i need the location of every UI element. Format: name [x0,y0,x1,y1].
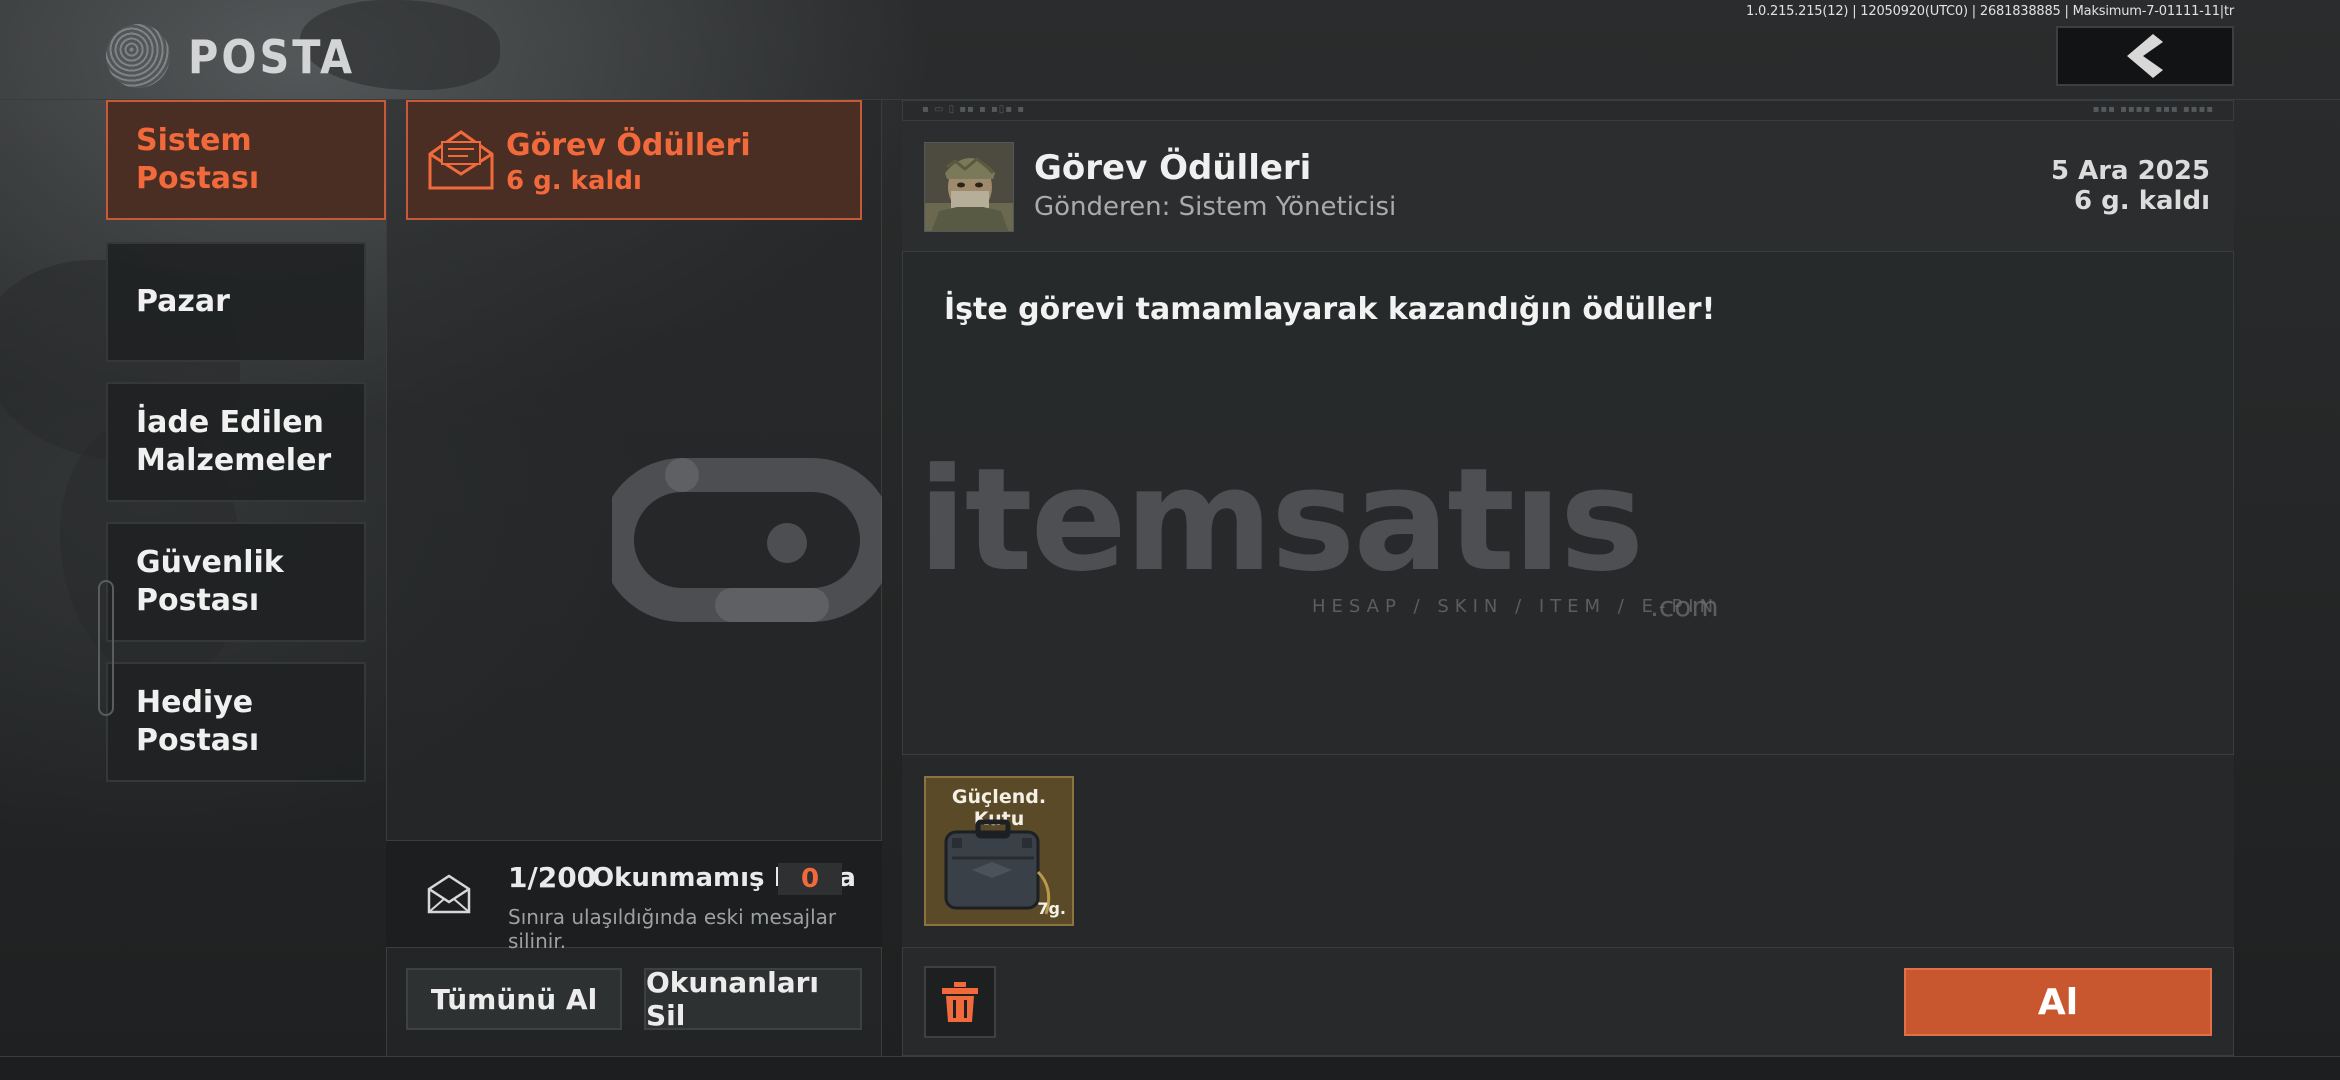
decorative-ticker: ▪▪▪ ▪▪▪▪ ▪▪▪ ▪▪▪▪ [2092,104,2214,115]
mail-list-item[interactable]: Görev Ödülleri 6 g. kaldı [406,100,862,220]
mail-sender: Gönderen: Sistem Yöneticisi [1034,192,1397,222]
mail-body: İşte görevi tamamlayarak kazandığın ödül… [944,292,1716,327]
trash-icon [942,982,978,1022]
mail-item-remaining: 6 g. kaldı [506,166,642,196]
page-title: POSTA [188,30,355,84]
mail-item-title: Görev Ödülleri [506,128,751,163]
decorative-ticker: ▪ ▭ ▯ ▪▪ ▪ ▪▯▪ ▪ [922,104,1025,115]
mail-limit-note: Sınıra ulaşıldığında eski mesajlar silin… [508,905,837,953]
mail-remaining: 6 g. kaldı [2074,186,2210,216]
mail-title: Görev Ödülleri [1034,148,1312,188]
sidebar-item-returned-items[interactable]: İade Edilen Malzemeler [106,382,366,502]
sidebar-item-gift-mail[interactable]: Hediye Postası [106,662,366,782]
sidebar-item-label: Hediye Postası [136,685,260,758]
delete-read-button[interactable]: Okunanları Sil [644,966,862,1032]
sender-avatar [924,142,1014,232]
mail-date: 5 Ara 2025 [2050,156,2210,186]
reward-item[interactable]: Güçlend. Kutu 7g. [924,776,1074,926]
claim-button[interactable]: Al [1904,968,2212,1036]
mail-count: 1/200 [508,861,597,894]
reward-strip [902,754,2234,948]
bottom-bar [0,1056,2340,1080]
chevron-left-icon [2127,34,2163,78]
version-info: 1.0.215.215(12) | 12050920(UTC0) | 26818… [1746,4,2234,19]
open-envelope-icon [428,130,494,190]
sidebar-item-security-mail[interactable]: Güvenlik Postası [106,522,366,642]
reward-duration: 7g. [1037,899,1066,918]
sidebar-item-label: Sistem Postası [136,123,260,196]
globe-icon [106,24,170,88]
watermark-suffix: .com [1650,590,1719,623]
envelope-icon [427,874,471,914]
sidebar-scrollbar[interactable] [98,580,114,716]
unread-count-badge: 0 [778,863,842,895]
claim-all-button[interactable]: Tümünü Al [406,968,622,1030]
sidebar-item-system-mail[interactable]: Sistem Postası [106,100,386,220]
sidebar-item-label: Pazar [136,284,230,319]
sidebar-item-label: İade Edilen Malzemeler [136,405,332,478]
sidebar-item-label: Güvenlik Postası [136,545,284,618]
mail-stats: 1/200 Okunmamış Posta 0 Sınıra ulaşıldığ… [386,840,882,953]
delete-mail-button[interactable] [924,966,996,1038]
soldier-portrait-icon [925,143,1013,231]
back-button[interactable] [2056,26,2234,86]
sidebar-item-market[interactable]: Pazar [106,242,366,362]
watermark-brand: itemsatıs [918,438,1644,603]
